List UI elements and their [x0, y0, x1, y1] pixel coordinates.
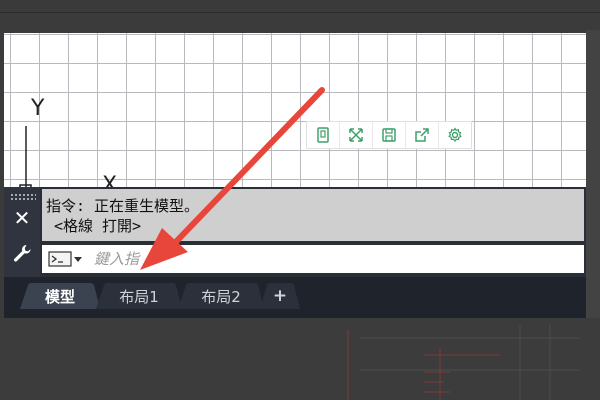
share-button[interactable]: [406, 122, 439, 148]
command-history: 指令: 正在重生模型。 <格線 打開>: [42, 189, 584, 241]
ucs-y-label: Y: [30, 96, 45, 121]
tab-model[interactable]: 模型: [20, 283, 100, 309]
customize-button[interactable]: [10, 241, 34, 265]
tab-layout2[interactable]: 布局2: [178, 283, 264, 309]
save-button[interactable]: [373, 122, 406, 148]
command-prompt-icon: [48, 251, 72, 267]
background-drawing: [347, 325, 580, 400]
recent-commands-button[interactable]: [48, 250, 86, 268]
viewport-toolbar: [306, 121, 472, 149]
ucs-icon: Y X: [19, 96, 116, 187]
history-line: 指令: 正在重生模型。: [46, 197, 200, 215]
command-input[interactable]: [94, 248, 574, 270]
settings-button[interactable]: [439, 122, 471, 148]
tab-label: 布局2: [201, 287, 241, 306]
chevron-down-icon: [74, 257, 82, 262]
command-window: ✕ 指令: 正在重生模型。 <格線 打開>: [4, 187, 586, 277]
top-chrome: [0, 0, 600, 13]
save-icon: [382, 128, 396, 142]
settings-icon: [448, 127, 462, 142]
drawing-canvas[interactable]: Y X: [4, 33, 586, 187]
tab-layout1[interactable]: 布局1: [96, 283, 182, 309]
history-line: <格線 打開>: [54, 217, 142, 235]
ucs-x-label: X: [102, 173, 116, 187]
plus-icon: +: [272, 286, 288, 306]
fullscreen-button[interactable]: [340, 122, 373, 148]
wrench-icon: [14, 245, 31, 262]
add-layout-tab[interactable]: +: [260, 283, 300, 309]
maximize-viewport-button[interactable]: [307, 122, 340, 148]
maximize-viewport-icon: [317, 127, 329, 143]
close-icon[interactable]: ✕: [11, 206, 33, 230]
command-input-row: [42, 245, 584, 273]
fullscreen-icon: [349, 128, 363, 142]
right-side-panel: [586, 30, 600, 320]
tab-label: 模型: [44, 287, 75, 306]
layout-tab-bar: 模型 布局1 布局2 +: [4, 277, 586, 318]
share-icon: [415, 128, 429, 142]
tab-label: 布局1: [119, 287, 159, 306]
drag-grip-icon[interactable]: [10, 193, 36, 201]
command-window-side-bar: ✕: [4, 187, 40, 277]
